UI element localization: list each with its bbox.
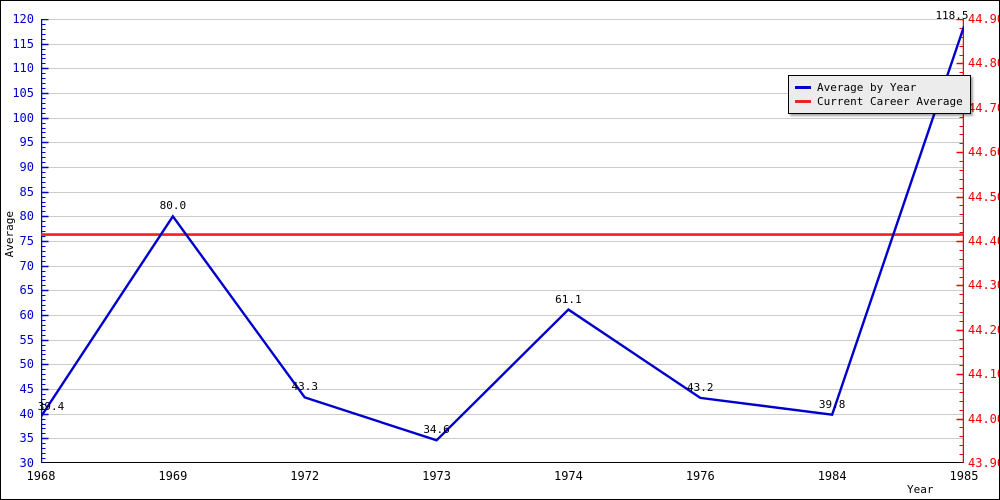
- y-tick-label-left: 75: [19, 234, 34, 248]
- legend-item-average-by-year[interactable]: Average by Year: [795, 80, 963, 94]
- y-tick-label-left: 60: [19, 308, 34, 322]
- x-tick-label: 1972: [290, 469, 320, 483]
- x-tick-label: 1985: [949, 469, 979, 483]
- data-point-label: 39.8: [818, 397, 846, 411]
- y-tick-label-right: 44.20: [968, 322, 999, 337]
- data-point-label: 43.2: [687, 380, 714, 394]
- x-tick-label: 1968: [26, 469, 56, 483]
- y-tick-label-left: 45: [19, 382, 34, 396]
- data-point-label: 34.6: [423, 423, 450, 437]
- y-tick-label-right: 44.00: [968, 411, 999, 426]
- y-tick-label-left: 85: [19, 184, 34, 199]
- y-tick-label-right: 44.50: [968, 189, 999, 204]
- x-tick-label: 1973: [422, 469, 452, 483]
- x-tick-label: 1976: [685, 469, 715, 483]
- y-tick-label-left: 70: [19, 258, 34, 273]
- y-tick-label-right: 44.60: [968, 145, 999, 160]
- y-tick-label-left: 35: [19, 431, 34, 446]
- x-tick-label: 1984: [817, 469, 847, 483]
- y-tick-label-right: 43.90: [968, 456, 999, 470]
- y-tick-label-left: 65: [19, 283, 34, 298]
- y-tick-label-left: 100: [12, 110, 34, 125]
- y-tick-label-right: 44.70: [968, 100, 999, 115]
- x-tick-label: 1974: [553, 469, 583, 483]
- data-point-label: 43.3: [291, 380, 318, 394]
- legend-label-average-by-year: Average by Year: [817, 80, 917, 94]
- y-tick-label-left: 120: [12, 12, 34, 26]
- x-tick-label: 1969: [158, 469, 188, 483]
- legend-label-current-career-average: Current Career Average: [817, 94, 963, 108]
- y-tick-label-left: 115: [12, 36, 34, 51]
- y-tick-label-left: 55: [19, 332, 34, 347]
- data-point-label: 80.0: [159, 199, 187, 213]
- data-point-label: 61.1: [555, 292, 582, 306]
- legend-item-current-career-average[interactable]: Current Career Average: [795, 94, 963, 108]
- y-tick-label-right: 44.40: [968, 234, 999, 248]
- data-point-label: 118.5: [935, 9, 969, 23]
- y-tick-label-left: 95: [19, 135, 34, 150]
- data-point-label: 39.4: [37, 399, 65, 413]
- legend-swatch-average-by-year: [795, 85, 811, 89]
- y-tick-label-right: 44.30: [968, 278, 999, 293]
- y-tick-label-left: 30: [19, 456, 34, 470]
- legend-swatch-current-career-average: [795, 99, 811, 103]
- y-tick-label-right: 44.10: [968, 367, 999, 382]
- x-axis-title: Year: [907, 483, 934, 496]
- y-tick-label-left: 90: [19, 160, 34, 174]
- y-tick-label-right: 44.80: [968, 56, 999, 71]
- y-tick-label-left: 50: [19, 357, 34, 372]
- y-tick-label-left: 80: [19, 209, 34, 224]
- legend: Average by Year Current Career Average: [788, 75, 971, 114]
- y-tick-label-left: 110: [12, 61, 34, 76]
- y-tick-label-left: 105: [12, 86, 34, 100]
- chart-container: Average Year 30 35 40 45 50 55 60 65 70 75 80 85 90 9…: [0, 0, 1000, 500]
